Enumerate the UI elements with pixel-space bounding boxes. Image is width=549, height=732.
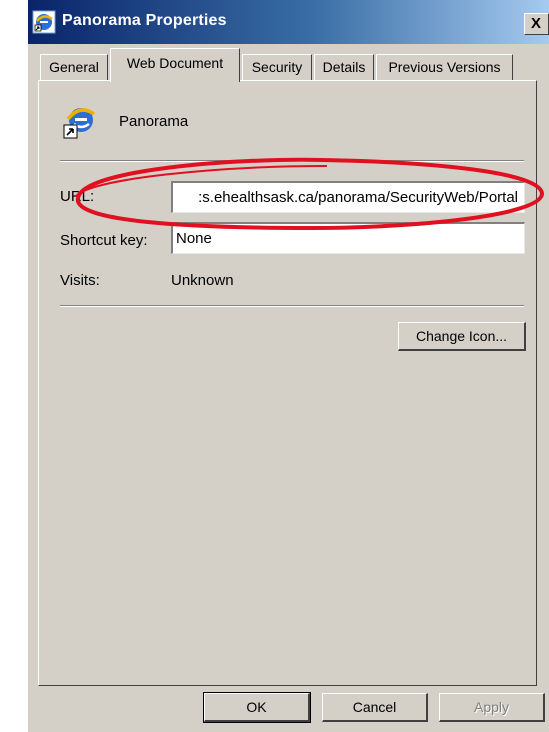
apply-button[interactable]: Apply	[439, 693, 545, 722]
tab-label: General	[49, 59, 99, 75]
tab-details[interactable]: Details	[314, 54, 374, 80]
close-icon: X	[531, 15, 542, 32]
window-title: Panorama Properties	[62, 12, 227, 29]
internet-explorer-shortcut-icon	[63, 108, 96, 139]
tab-previous-versions[interactable]: Previous Versions	[376, 54, 513, 80]
tab-label: Previous Versions	[388, 59, 501, 75]
close-button[interactable]: X	[524, 13, 549, 35]
document-name: Panorama	[119, 113, 189, 130]
tab-label: Details	[322, 59, 366, 75]
visits-label: Visits:	[60, 272, 100, 289]
url-label: URL:	[60, 188, 95, 205]
cancel-button[interactable]: Cancel	[322, 693, 428, 722]
ok-button[interactable]: OK	[203, 692, 311, 723]
shortcut-key-label: Shortcut key:	[60, 232, 148, 249]
visits-value: Unknown	[171, 272, 234, 289]
tab-panel-web-document	[38, 80, 537, 686]
properties-dialog: Panorama Properties X General Web Docume…	[28, 0, 549, 732]
tab-web-document[interactable]: Web Document	[110, 48, 240, 82]
separator	[60, 160, 524, 162]
tab-label: Web Document	[126, 55, 224, 71]
title-bar[interactable]: Panorama Properties X	[28, 0, 549, 44]
change-icon-button[interactable]: Change Icon...	[398, 322, 526, 351]
separator	[60, 305, 524, 307]
tab-security[interactable]: Security	[242, 54, 312, 80]
tab-general[interactable]: General	[40, 54, 108, 80]
shortcut-key-field[interactable]	[171, 222, 525, 254]
tab-label: Security	[251, 59, 303, 75]
internet-explorer-icon	[32, 10, 56, 34]
url-field[interactable]	[171, 181, 525, 213]
